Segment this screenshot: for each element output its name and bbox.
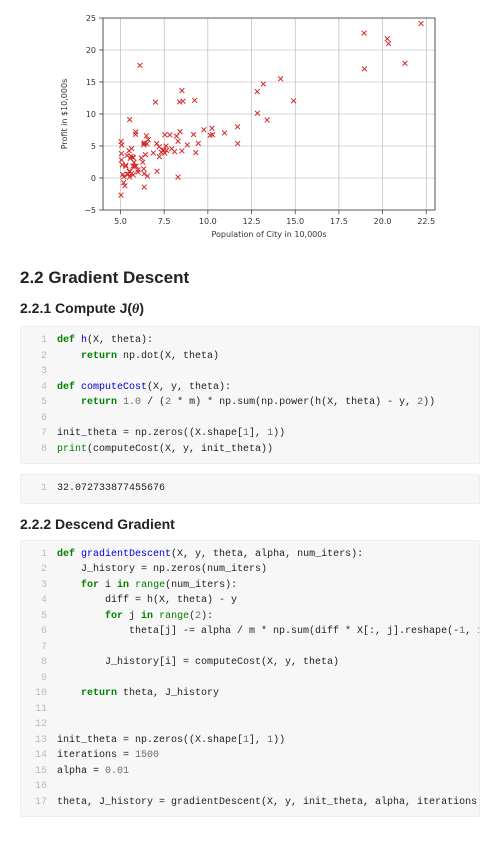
code-line: 3 [21,364,479,380]
code-line: 8print(computeCost(X, y, init_theta)) [21,442,479,458]
code-line: 4def computeCost(X, y, theta): [21,380,479,396]
code-line: 11 [21,702,479,718]
code-block-computeJ: 1def h(X, theta):2 return np.dot(X, thet… [20,326,480,464]
svg-text:10: 10 [86,110,96,119]
svg-text:−5: −5 [84,206,96,215]
svg-text:20: 20 [86,46,96,55]
code-line: 6 theta[j] -= alpha / m * np.sum(diff * … [21,624,479,640]
svg-text:25: 25 [86,14,96,23]
output-block-computeJ: 132.072733877455676 [20,474,480,504]
code-line: 15alpha = 0.01 [21,764,479,780]
code-line: 2 return np.dot(X, theta) [21,349,479,365]
code-line: 16 [21,779,479,795]
svg-text:20.0: 20.0 [374,217,392,226]
svg-text:12.5: 12.5 [243,217,261,226]
code-line: 8 J_history[i] = computeCost(X, y, theta… [21,655,479,671]
svg-text:17.5: 17.5 [330,217,348,226]
svg-text:Population of City in 10,000s: Population of City in 10,000s [211,230,326,239]
heading-text: 2.2.1 Compute J( [20,300,132,316]
code-line: 17theta, J_history = gradientDescent(X, … [21,795,479,811]
svg-text:7.5: 7.5 [158,217,171,226]
svg-text:5: 5 [91,142,96,151]
section-heading-2.2.2: 2.2.2 Descend Gradient [20,516,480,532]
section-heading-2.2.1: 2.2.1 Compute J(θ) [20,300,480,318]
code-line: 7 [21,640,479,656]
code-line: 1def h(X, theta): [21,333,479,349]
code-line: 6 [21,411,479,427]
code-line: 13init_theta = np.zeros((X.shape[1], 1)) [21,733,479,749]
svg-text:22.5: 22.5 [417,217,435,226]
code-line: 3 for i in range(num_iters): [21,578,479,594]
svg-text:0: 0 [91,174,96,183]
svg-text:15: 15 [86,78,96,87]
code-line: 12 [21,717,479,733]
code-line: 5 for j in range(2): [21,609,479,625]
code-line: 132.072733877455676 [21,481,479,497]
code-line: 4 diff = h(X, theta) - y [21,593,479,609]
heading-text: ) [139,300,144,316]
code-line: 2 J_history = np.zeros(num_iters) [21,562,479,578]
code-line: 14iterations = 1500 [21,748,479,764]
svg-text:15.0: 15.0 [286,217,304,226]
code-line: 5 return 1.0 / (2 * m) * np.sum(np.power… [21,395,479,411]
code-block-gradientDescent: 1def gradientDescent(X, y, theta, alpha,… [20,540,480,818]
svg-text:10.0: 10.0 [199,217,217,226]
svg-text:Profit in $10,000s: Profit in $10,000s [60,79,69,150]
scatter-chart: 5.0 7.5 10.0 12.5 15.0 17.5 20.0 22.5 −5 0 5 10 15 20… [20,0,480,254]
code-line: 10 return theta, J_history [21,686,479,702]
section-heading-2.2: 2.2 Gradient Descent [20,268,480,288]
svg-text:5.0: 5.0 [114,217,127,226]
code-line: 1def gradientDescent(X, y, theta, alpha,… [21,547,479,563]
code-line: 7init_theta = np.zeros((X.shape[1], 1)) [21,426,479,442]
code-line: 9 [21,671,479,687]
